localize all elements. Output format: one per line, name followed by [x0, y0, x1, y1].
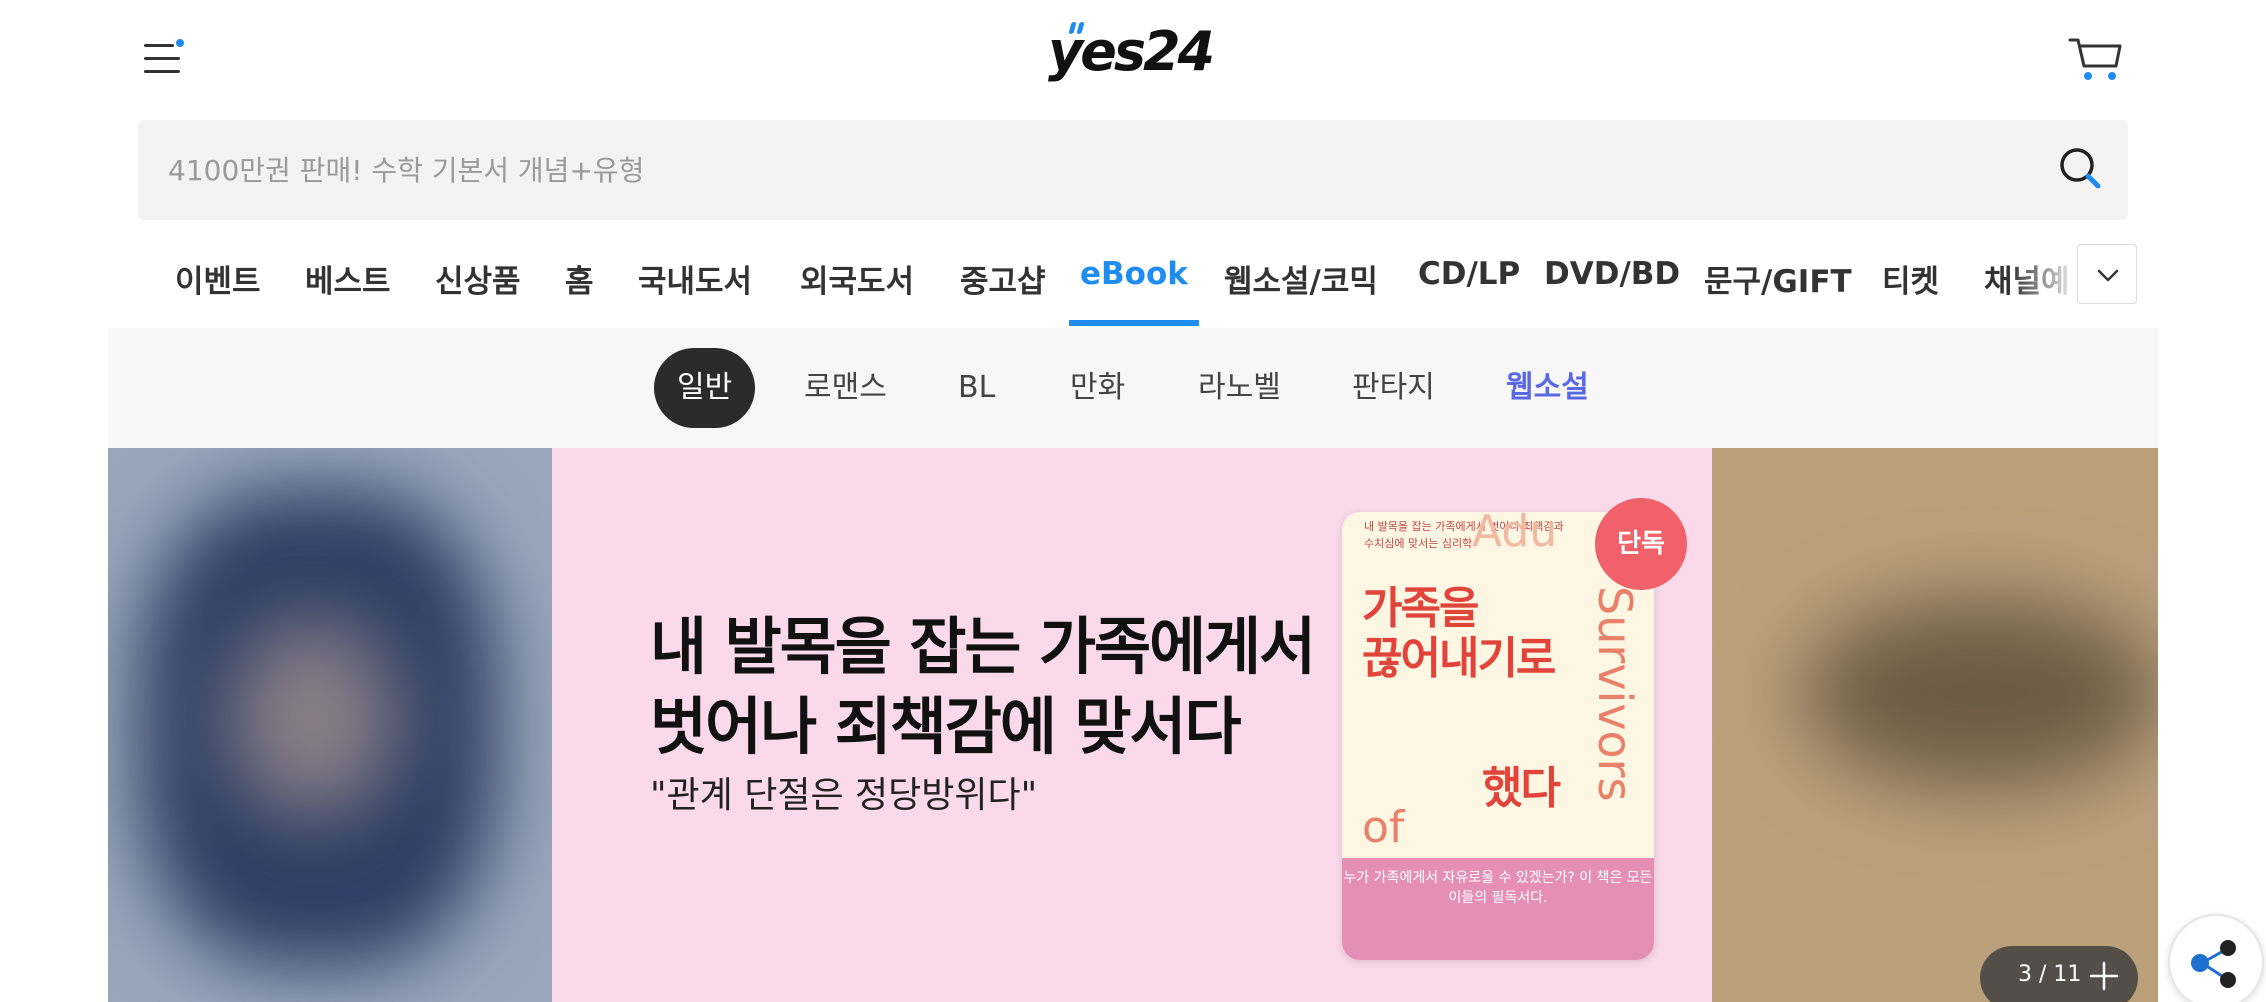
plus-icon[interactable]	[2088, 960, 2120, 992]
banner-headline-line1: 내 발목을 잡는 가족에게서	[650, 610, 1316, 683]
nav-item-used-shop[interactable]: 중고샵	[960, 256, 1046, 301]
nav-item-ebook[interactable]: eBook	[1080, 256, 1188, 292]
book-cover-description: 누가 가족에게서 자유로울 수 있겠는가? 이 책은 모든 이들의 필독서다.	[1343, 870, 1653, 906]
banner-slide-previous[interactable]	[108, 448, 552, 1002]
sub-tab-fantasy[interactable]: 판타지	[1352, 348, 1435, 428]
chevron-down-icon	[2097, 269, 2119, 282]
nav-item-domestic-books[interactable]: 국내도서	[638, 256, 752, 301]
sub-tab-webnovel[interactable]: 웹소설	[1506, 348, 1589, 428]
banner-slide-next[interactable]	[1712, 448, 2158, 1002]
nav-item-event[interactable]: 이벤트	[175, 256, 261, 301]
logo-text: yes24	[1048, 20, 1215, 83]
exclusive-badge: 단독	[1595, 498, 1687, 590]
sub-tab-romance[interactable]: 로맨스	[804, 348, 887, 428]
nav-item-webnovel-comic[interactable]: 웹소설/코믹	[1224, 256, 1378, 301]
cart-button[interactable]	[2066, 30, 2126, 86]
search-bar	[138, 120, 2128, 220]
nav-item-cd-lp[interactable]: CD/LP	[1418, 256, 1520, 292]
nav-item-new[interactable]: 신상품	[435, 256, 521, 301]
book-cover-title-3: 했다	[1482, 763, 1561, 814]
book-cover-english-2: Survivors	[1588, 586, 1642, 802]
yes24-logo[interactable]: yes24	[1048, 18, 1220, 94]
share-icon	[2191, 940, 2236, 988]
nav-item-home[interactable]: 홈	[565, 256, 594, 301]
sub-tab-light-novel[interactable]: 라노벨	[1198, 348, 1281, 428]
sub-tab-bl[interactable]: BL	[958, 348, 995, 428]
nav-fade	[2010, 246, 2080, 316]
book-cover-english-3: of	[1362, 802, 1405, 853]
nav-item-dvd-bd[interactable]: DVD/BD	[1544, 256, 1680, 292]
book-cover-english-1: Adu	[1472, 512, 1558, 557]
nav-item-foreign-books[interactable]: 외국도서	[800, 256, 914, 301]
banner-headline-line2: 벗어나 죄책감에 맞서다	[650, 690, 1242, 763]
banner-carousel: 내 발목을 잡는 가족에게서 벗어나 죄책감에 맞서다 "관계 단절은 정당방위…	[108, 448, 2158, 1002]
banner-quote: "관계 단절은 정당방위다"	[650, 775, 1038, 816]
banner-slide-current[interactable]: 내 발목을 잡는 가족에게서 벗어나 죄책감에 맞서다 "관계 단절은 정당방위…	[552, 448, 1712, 1002]
cart-icon	[2068, 38, 2122, 80]
pager-counter: 3 / 11	[2018, 962, 2082, 987]
search-icon[interactable]	[2056, 144, 2106, 194]
main-nav: 이벤트 베스트 신상품 홈 국내도서 외국도서 중고샵 eBook 웹소설/코믹…	[0, 232, 2266, 330]
nav-item-stationery-gift[interactable]: 문구/GIFT	[1704, 256, 1852, 301]
nav-more-button[interactable]	[2077, 244, 2137, 304]
share-button[interactable]	[2168, 914, 2264, 1002]
sub-tab-manga[interactable]: 만화	[1070, 348, 1125, 428]
book-cover-bottom: 누가 가족에게서 자유로울 수 있겠는가? 이 책은 모든 이들의 필독서다.	[1342, 858, 1654, 960]
nav-item-best[interactable]: 베스트	[305, 256, 391, 301]
search-input[interactable]	[168, 144, 2028, 196]
carousel-pager: 3 / 11	[1980, 946, 2138, 1002]
book-cover: 내 발목을 잡는 가족에게서 벗어나 죄책감과 수치심에 맞서는 심리학 Adu…	[1342, 512, 1654, 960]
nav-item-ticket[interactable]: 티켓	[1882, 256, 1939, 301]
nav-active-underline	[1069, 320, 1199, 326]
sub-nav: 일반 로맨스 BL 만화 라노벨 판타지 웹소설	[108, 328, 2158, 448]
sub-tab-general[interactable]: 일반	[654, 348, 756, 428]
book-cover-title-2: 끊어내기로	[1362, 633, 1556, 684]
menu-button[interactable]	[138, 36, 186, 80]
header: yes24	[0, 0, 2266, 118]
